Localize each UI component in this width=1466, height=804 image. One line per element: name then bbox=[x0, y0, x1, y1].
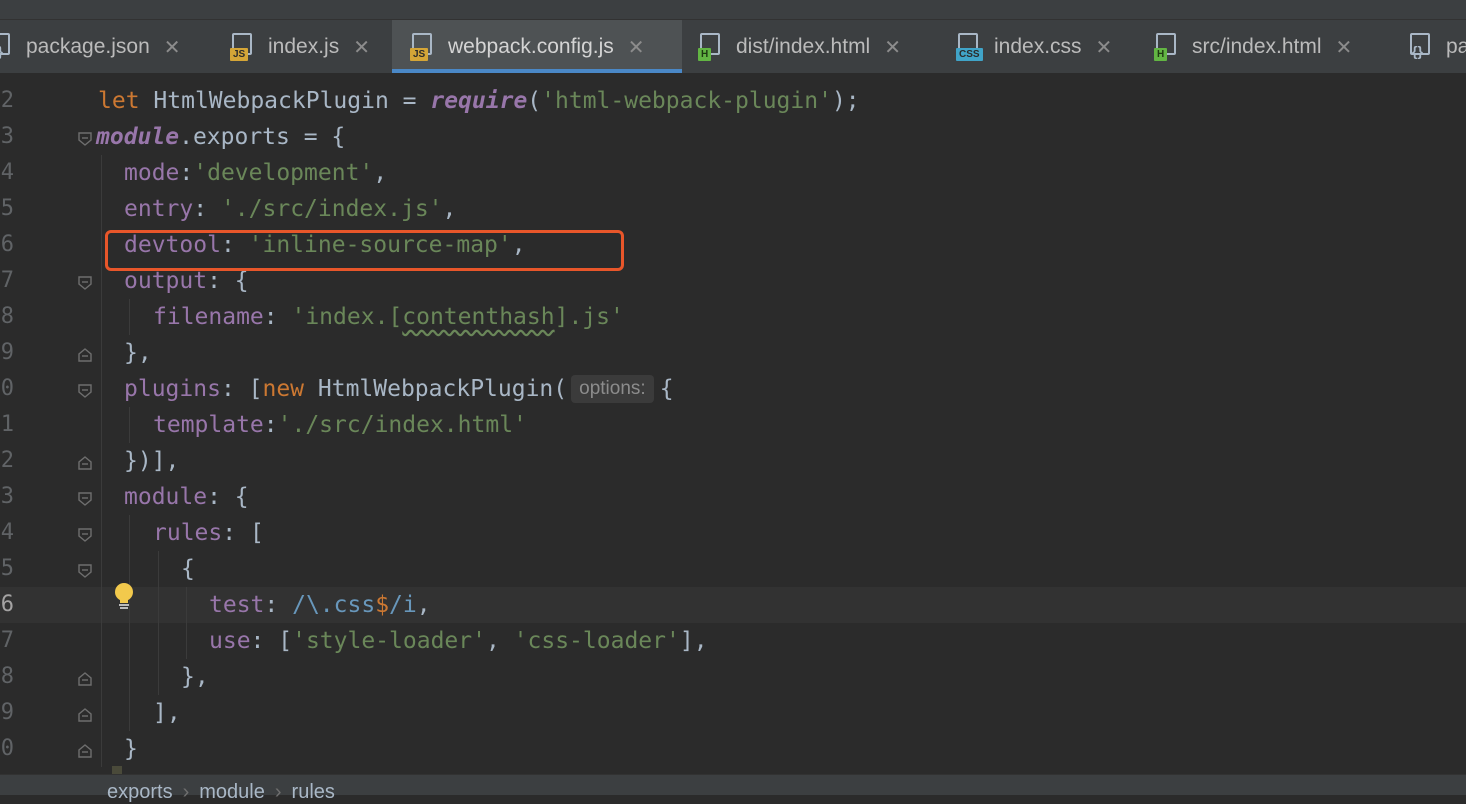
breadcrumb: exports › module › rules bbox=[107, 781, 335, 804]
code-editor[interactable]: ​ 2 let HtmlWebpackPlugin = require('htm… bbox=[0, 74, 1466, 774]
tab-label: src/index.html bbox=[1192, 34, 1322, 58]
json-file-icon: {} bbox=[1408, 32, 1434, 61]
fold-open-icon[interactable] bbox=[78, 132, 92, 146]
fold-close-icon[interactable] bbox=[78, 708, 92, 722]
scroll-marker bbox=[112, 766, 122, 774]
indent-guide bbox=[101, 155, 102, 767]
fold-close-icon[interactable] bbox=[78, 456, 92, 470]
tab-package-json[interactable]: {} package.json ✕ bbox=[0, 20, 203, 73]
code-line[interactable]: 1 template:'./src/index.html' bbox=[0, 407, 1466, 443]
code-line[interactable]: 4 mode:'development', bbox=[0, 155, 1466, 191]
breadcrumb-bar: exports › module › rules bbox=[0, 774, 1466, 803]
tab-label: dist/index.html bbox=[736, 34, 871, 58]
line-number: 5 bbox=[0, 556, 14, 581]
indent-guide bbox=[158, 551, 159, 695]
code-line[interactable]: 0 plugins: [new HtmlWebpackPlugin(option… bbox=[0, 371, 1466, 407]
window-top-strip bbox=[0, 0, 1466, 20]
code-line[interactable]: 9 ], bbox=[0, 695, 1466, 731]
spelling-warning[interactable]: contenthash bbox=[402, 304, 554, 330]
breadcrumb-item[interactable]: module bbox=[199, 781, 265, 803]
breadcrumb-item[interactable]: exports bbox=[107, 781, 173, 803]
tab-label: index.css bbox=[994, 34, 1082, 58]
close-icon[interactable]: ✕ bbox=[1096, 35, 1113, 59]
line-number: 3 bbox=[0, 484, 14, 509]
code-line[interactable]: 3 module: { bbox=[0, 479, 1466, 515]
line-number: 2 bbox=[0, 88, 14, 113]
code-line[interactable]: 8 }, bbox=[0, 659, 1466, 695]
fold-open-icon[interactable] bbox=[78, 528, 92, 542]
line-number: 0 bbox=[0, 376, 14, 401]
breadcrumb-separator: › bbox=[274, 781, 282, 803]
line-number: 6 bbox=[0, 232, 14, 257]
tab-src-index-html[interactable]: H src/index.html ✕ bbox=[1154, 20, 1394, 73]
indent-guide bbox=[186, 587, 187, 659]
html-file-icon: H bbox=[1154, 32, 1180, 61]
line-number: 5 bbox=[0, 196, 14, 221]
line-number: 8 bbox=[0, 664, 14, 689]
line-number: 4 bbox=[0, 160, 14, 185]
indent-guide bbox=[129, 299, 130, 335]
line-number: 8 bbox=[0, 304, 14, 329]
line-number: 4 bbox=[0, 520, 14, 545]
line-number: 7 bbox=[0, 628, 14, 653]
tab-index-js[interactable]: JS index.js ✕ bbox=[230, 20, 390, 73]
active-tab-indicator bbox=[392, 69, 682, 73]
close-icon[interactable]: ✕ bbox=[628, 35, 645, 59]
code-line[interactable]: 5 { bbox=[0, 551, 1466, 587]
line-number: 9 bbox=[0, 700, 14, 725]
close-icon[interactable]: ✕ bbox=[353, 35, 370, 59]
fold-open-icon[interactable] bbox=[78, 492, 92, 506]
tab-label: pa bbox=[1446, 34, 1466, 58]
close-icon[interactable]: ✕ bbox=[1336, 35, 1353, 59]
json-file-icon: {} bbox=[0, 32, 14, 61]
line-number: 6 bbox=[0, 592, 14, 617]
tab-index-css[interactable]: CSS index.css ✕ bbox=[956, 20, 1136, 73]
fold-open-icon[interactable] bbox=[78, 384, 92, 398]
code-line[interactable]: 5 entry: './src/index.js', bbox=[0, 191, 1466, 227]
css-file-icon: CSS bbox=[956, 32, 983, 61]
html-file-icon: H bbox=[698, 32, 724, 61]
code-line-current[interactable]: 6 test: /\.css$/i, bbox=[0, 587, 1466, 623]
indent-guide bbox=[129, 515, 130, 731]
line-number: 1 bbox=[0, 412, 14, 437]
tab-webpack-config-js[interactable]: JS webpack.config.js ✕ bbox=[392, 20, 682, 73]
line-number: 0 bbox=[0, 736, 14, 761]
annotation-highlight-box bbox=[105, 230, 624, 271]
fold-close-icon[interactable] bbox=[78, 348, 92, 362]
code-line[interactable]: 4 rules: [ bbox=[0, 515, 1466, 551]
breadcrumb-separator: › bbox=[182, 781, 190, 803]
code-line[interactable]: 9 }, bbox=[0, 335, 1466, 371]
fold-open-icon[interactable] bbox=[78, 564, 92, 578]
fold-close-icon[interactable] bbox=[78, 672, 92, 686]
line-number: 7 bbox=[0, 268, 14, 293]
js-file-icon: JS bbox=[230, 32, 256, 61]
line-number: 3 bbox=[0, 124, 14, 149]
code-line[interactable]: 2 let HtmlWebpackPlugin = require('html-… bbox=[0, 83, 1466, 119]
indent-guide bbox=[129, 407, 130, 443]
line-number: 2 bbox=[0, 448, 14, 473]
lightbulb-icon[interactable] bbox=[112, 582, 136, 612]
tab-dist-index-html[interactable]: H dist/index.html ✕ bbox=[698, 20, 938, 73]
line-number: 9 bbox=[0, 340, 14, 365]
fold-open-icon[interactable] bbox=[78, 276, 92, 290]
close-icon[interactable]: ✕ bbox=[164, 35, 181, 59]
code-line[interactable]: 8 filename: 'index.[contenthash].js' bbox=[0, 299, 1466, 335]
editor-tab-bar: {} package.json ✕ JS index.js ✕ JS webpa… bbox=[0, 20, 1466, 74]
code-line[interactable]: 7 use: ['style-loader', 'css-loader'], bbox=[0, 623, 1466, 659]
code-line[interactable]: 3 module.exports = { bbox=[0, 119, 1466, 155]
tab-label: webpack.config.js bbox=[448, 34, 614, 58]
code-line[interactable]: 2 })], bbox=[0, 443, 1466, 479]
code-line[interactable]: 0 } bbox=[0, 731, 1466, 767]
tab-label: index.js bbox=[268, 34, 340, 58]
fold-close-icon[interactable] bbox=[78, 744, 92, 758]
parameter-hint: options: bbox=[571, 375, 654, 403]
tab-package-json-2[interactable]: {} pa bbox=[1408, 20, 1466, 73]
breadcrumb-item[interactable]: rules bbox=[292, 781, 335, 803]
tab-label: package.json bbox=[26, 34, 150, 58]
js-file-icon: JS bbox=[410, 32, 436, 61]
close-icon[interactable]: ✕ bbox=[884, 35, 901, 59]
